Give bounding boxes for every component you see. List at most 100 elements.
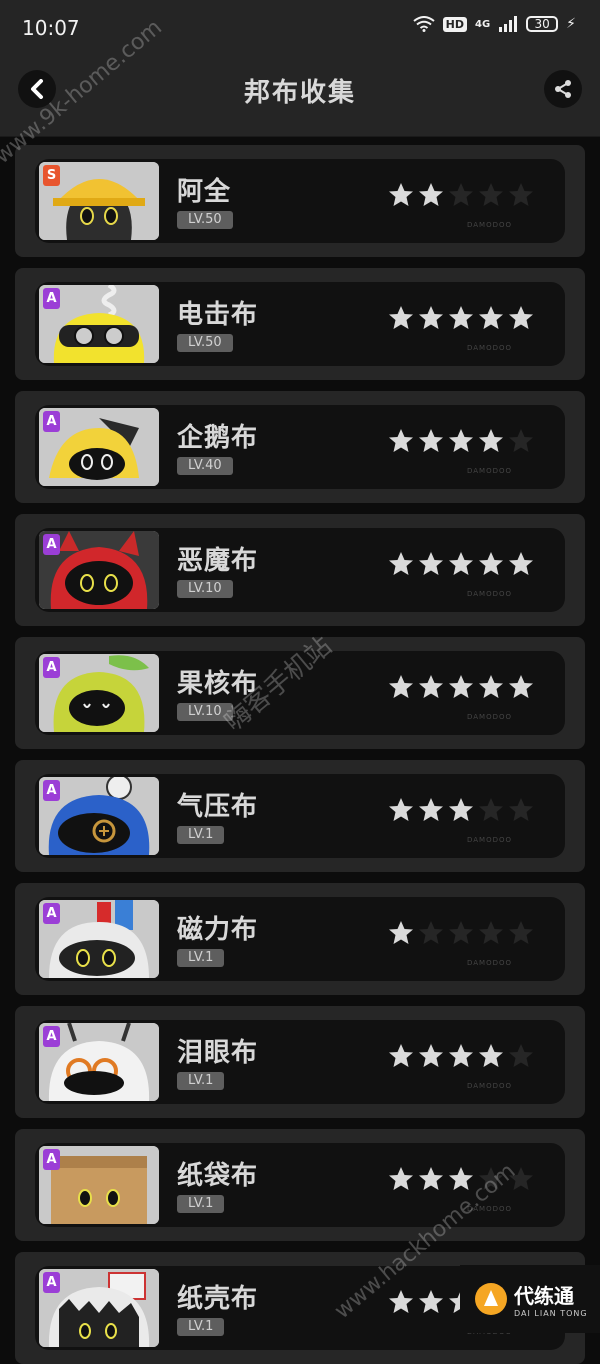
star-filled-icon xyxy=(419,429,443,452)
bangboo-card[interactable]: A 恶魔布 LV.10 DAMODOO xyxy=(15,514,585,626)
bangboo-avatar: A xyxy=(39,531,159,609)
bangboo-name: 磁力布 xyxy=(177,915,259,945)
bangboo-name: 纸壳布 xyxy=(177,1284,259,1314)
star-empty-icon xyxy=(509,429,533,452)
signal-icon xyxy=(499,16,518,32)
star-filled-icon xyxy=(389,1290,413,1313)
bangboo-avatar: A xyxy=(39,1269,159,1347)
star-filled-icon xyxy=(419,552,443,575)
star-filled-icon xyxy=(509,675,533,698)
rank-badge: A xyxy=(43,1026,60,1047)
hd-icon: HD xyxy=(442,16,467,32)
star-empty-icon xyxy=(479,798,503,821)
bangboo-card[interactable]: A 电击布 LV.50 DAMODOO xyxy=(15,268,585,380)
level-badge: LV.1 xyxy=(177,1318,225,1336)
rank-badge: A xyxy=(43,288,60,309)
bangboo-name: 气压布 xyxy=(177,792,259,822)
bangboo-card[interactable]: A 泪眼布 LV.1 DAMODOO xyxy=(15,1006,585,1118)
star-filled-icon xyxy=(449,429,473,452)
star-rating xyxy=(387,796,535,824)
card-tag: DAMODOO xyxy=(467,467,513,475)
star-empty-icon xyxy=(509,1044,533,1067)
corner-logo-title: 代练通 xyxy=(514,1284,574,1308)
star-filled-icon xyxy=(389,1167,413,1190)
bangboo-card[interactable]: A 磁力布 LV.1 DAMODOO xyxy=(15,883,585,995)
star-filled-icon xyxy=(479,675,503,698)
bangboo-avatar: A xyxy=(39,777,159,855)
star-empty-icon xyxy=(479,921,503,944)
rank-badge: A xyxy=(43,903,60,924)
star-empty-icon xyxy=(509,1167,533,1190)
card-tag: DAMODOO xyxy=(467,959,513,967)
card-tag: DAMODOO xyxy=(467,344,513,352)
rank-badge: A xyxy=(43,780,60,801)
status-time: 10:07 xyxy=(22,16,80,40)
star-filled-icon xyxy=(509,306,533,329)
star-empty-icon xyxy=(479,1167,503,1190)
bangboo-card-inner: A 企鹅布 LV.40 DAMODOO xyxy=(35,405,565,489)
star-rating xyxy=(387,427,535,455)
bangboo-card[interactable]: A 企鹅布 LV.40 DAMODOO xyxy=(15,391,585,503)
bangboo-card[interactable]: A 气压布 LV.1 DAMODOO xyxy=(15,760,585,872)
card-tag: DAMODOO xyxy=(467,713,513,721)
bangboo-avatar: S xyxy=(39,162,159,240)
star-empty-icon xyxy=(449,921,473,944)
card-tag: DAMODOO xyxy=(467,836,513,844)
star-filled-icon xyxy=(479,552,503,575)
bangboo-name: 阿全 xyxy=(177,177,232,207)
level-badge: LV.40 xyxy=(177,457,233,475)
bangboo-card[interactable]: A 纸袋布 LV.1 DAMODOO xyxy=(15,1129,585,1241)
star-empty-icon xyxy=(509,798,533,821)
star-empty-icon xyxy=(419,921,443,944)
star-filled-icon xyxy=(389,183,413,206)
star-filled-icon xyxy=(509,552,533,575)
star-empty-icon xyxy=(509,183,533,206)
star-filled-icon xyxy=(419,798,443,821)
rank-badge: S xyxy=(43,165,60,186)
level-badge: LV.50 xyxy=(177,211,233,229)
rank-badge: A xyxy=(43,657,60,678)
star-filled-icon xyxy=(449,798,473,821)
level-badge: LV.10 xyxy=(177,580,233,598)
page-title: 邦布收集 xyxy=(243,78,356,108)
star-filled-icon xyxy=(479,429,503,452)
share-button[interactable] xyxy=(544,70,582,108)
card-tag: DAMODOO xyxy=(467,221,513,229)
star-rating xyxy=(387,919,535,947)
star-rating xyxy=(387,181,535,209)
bangboo-avatar: A xyxy=(39,285,159,363)
rank-badge: A xyxy=(43,1272,60,1293)
bangboo-name: 电击布 xyxy=(177,300,259,330)
corner-logo: 代练通 DAI LIAN TONG xyxy=(460,1265,600,1333)
level-badge: LV.10 xyxy=(177,703,233,721)
star-rating xyxy=(387,550,535,578)
rank-badge: A xyxy=(43,411,60,432)
level-badge: LV.1 xyxy=(177,949,225,967)
wifi-icon xyxy=(413,16,435,32)
star-filled-icon xyxy=(449,1167,473,1190)
bangboo-card-inner: A 纸袋布 LV.1 DAMODOO xyxy=(35,1143,565,1227)
card-tag: DAMODOO xyxy=(467,590,513,598)
star-filled-icon xyxy=(419,1044,443,1067)
status-icons: HD 4G 30 ⚡ xyxy=(413,16,576,32)
battery-icon: 30 xyxy=(526,16,559,32)
star-filled-icon xyxy=(389,552,413,575)
star-filled-icon xyxy=(419,183,443,206)
logo-icon xyxy=(475,1283,507,1315)
level-badge: LV.1 xyxy=(177,1072,225,1090)
rank-badge: A xyxy=(43,534,60,555)
bangboo-name: 泪眼布 xyxy=(177,1038,259,1068)
star-filled-icon xyxy=(419,675,443,698)
level-badge: LV.1 xyxy=(177,826,225,844)
bangboo-avatar: A xyxy=(39,408,159,486)
star-filled-icon xyxy=(449,306,473,329)
corner-logo-subtitle: DAI LIAN TONG xyxy=(514,1309,588,1318)
bangboo-card[interactable]: A 果核布 LV.10 DAMODOO xyxy=(15,637,585,749)
bangboo-avatar: A xyxy=(39,654,159,732)
bangboo-card[interactable]: S 阿全 LV.50 DAMODOO xyxy=(15,145,585,257)
bangboo-card-inner: A 泪眼布 LV.1 DAMODOO xyxy=(35,1020,565,1104)
star-filled-icon xyxy=(449,552,473,575)
star-empty-icon xyxy=(449,183,473,206)
star-empty-icon xyxy=(479,183,503,206)
star-filled-icon xyxy=(389,921,413,944)
